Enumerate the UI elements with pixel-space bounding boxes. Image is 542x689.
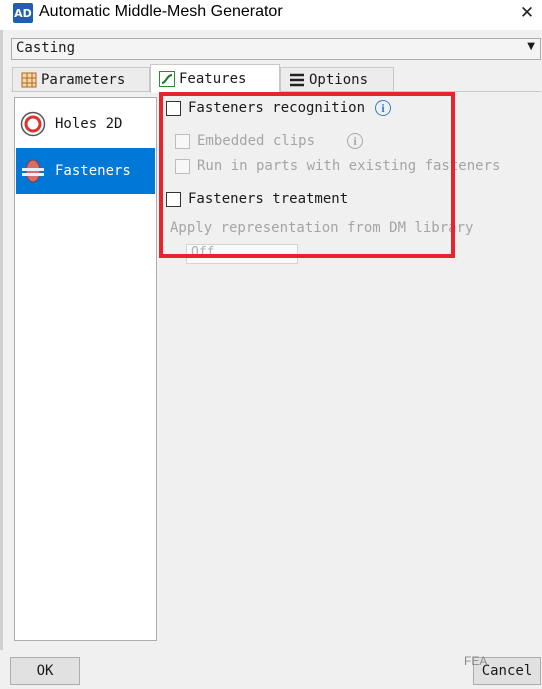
app-logo-icon: AD (13, 3, 33, 23)
feature-item-label: Holes 2D (55, 116, 123, 132)
tab-label: Options (309, 72, 369, 88)
ok-button[interactable]: OK (10, 657, 80, 685)
tab-label: Parameters (41, 72, 126, 88)
chevron-down-icon: ▼ (527, 41, 535, 52)
watermark: FEA (464, 654, 488, 668)
window-title: Automatic Middle-Mesh Generator (39, 3, 283, 20)
list-icon (289, 72, 305, 88)
feature-item-label: Fasteners (55, 163, 131, 179)
highlight-frame (159, 92, 455, 258)
window-edge (0, 30, 3, 650)
curve-icon (159, 71, 175, 87)
ring-icon (19, 110, 47, 138)
tab-features[interactable]: Features (150, 64, 280, 93)
tab-options[interactable]: Options (280, 67, 394, 92)
tab-parameters[interactable]: Parameters (12, 67, 150, 92)
grid-icon (21, 72, 37, 88)
feature-item-holes-2d[interactable]: Holes 2D (16, 101, 155, 147)
close-button[interactable]: ✕ (514, 1, 540, 25)
preset-value: Casting (16, 40, 76, 56)
preset-dropdown[interactable]: Casting ▼ (11, 38, 541, 60)
tab-label: Features (179, 71, 247, 87)
feature-list: Holes 2D Fasteners (14, 97, 157, 641)
feature-item-fasteners[interactable]: Fasteners (16, 148, 155, 194)
fastener-icon (19, 157, 47, 185)
